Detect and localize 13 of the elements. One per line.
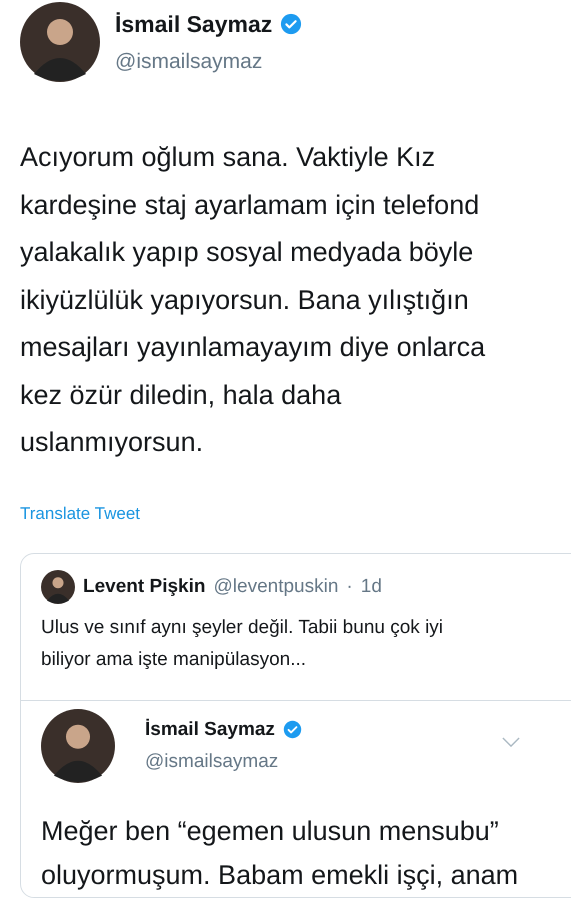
tweet-time: 1d [360,574,382,599]
author-name[interactable]: Levent Pişkin [83,572,206,602]
author-handle: @leventpuskin [214,574,338,599]
avatar [41,570,75,604]
quoted-tweet-card[interactable] [20,553,571,898]
tweet-text: Acıyorum oğlum sana. Vaktiyle Kız kardeşine staj ayarlamam için telefond yalakalık yapıp sosyal medyada böyle ikiyüzlülük yapıyorsun. Bana yılıştığın mesajları yayınlamayayım diye onlarca kez özür diledin, hala daha uslanmıyorsun. [19,141,486,459]
author-name[interactable]: İsmail Saymaz [145,716,275,744]
quoted-text: Ulus ve sınıf aynı şeyler değil. Tabii bunu çok iyi biliyor ama işte manipülasyon... [41,616,444,672]
separator-dot: · [346,574,353,599]
author-name[interactable]: İsmail Saymaz [115,7,272,42]
tweet-text: Meğer ben “egemen ulusun mensubu” oluyormuşum. Babam emekli işçi, anam [41,815,520,892]
author-handle[interactable]: @ismailsaymaz [145,748,302,776]
author-handle[interactable]: @ismailsaymaz [115,46,302,77]
